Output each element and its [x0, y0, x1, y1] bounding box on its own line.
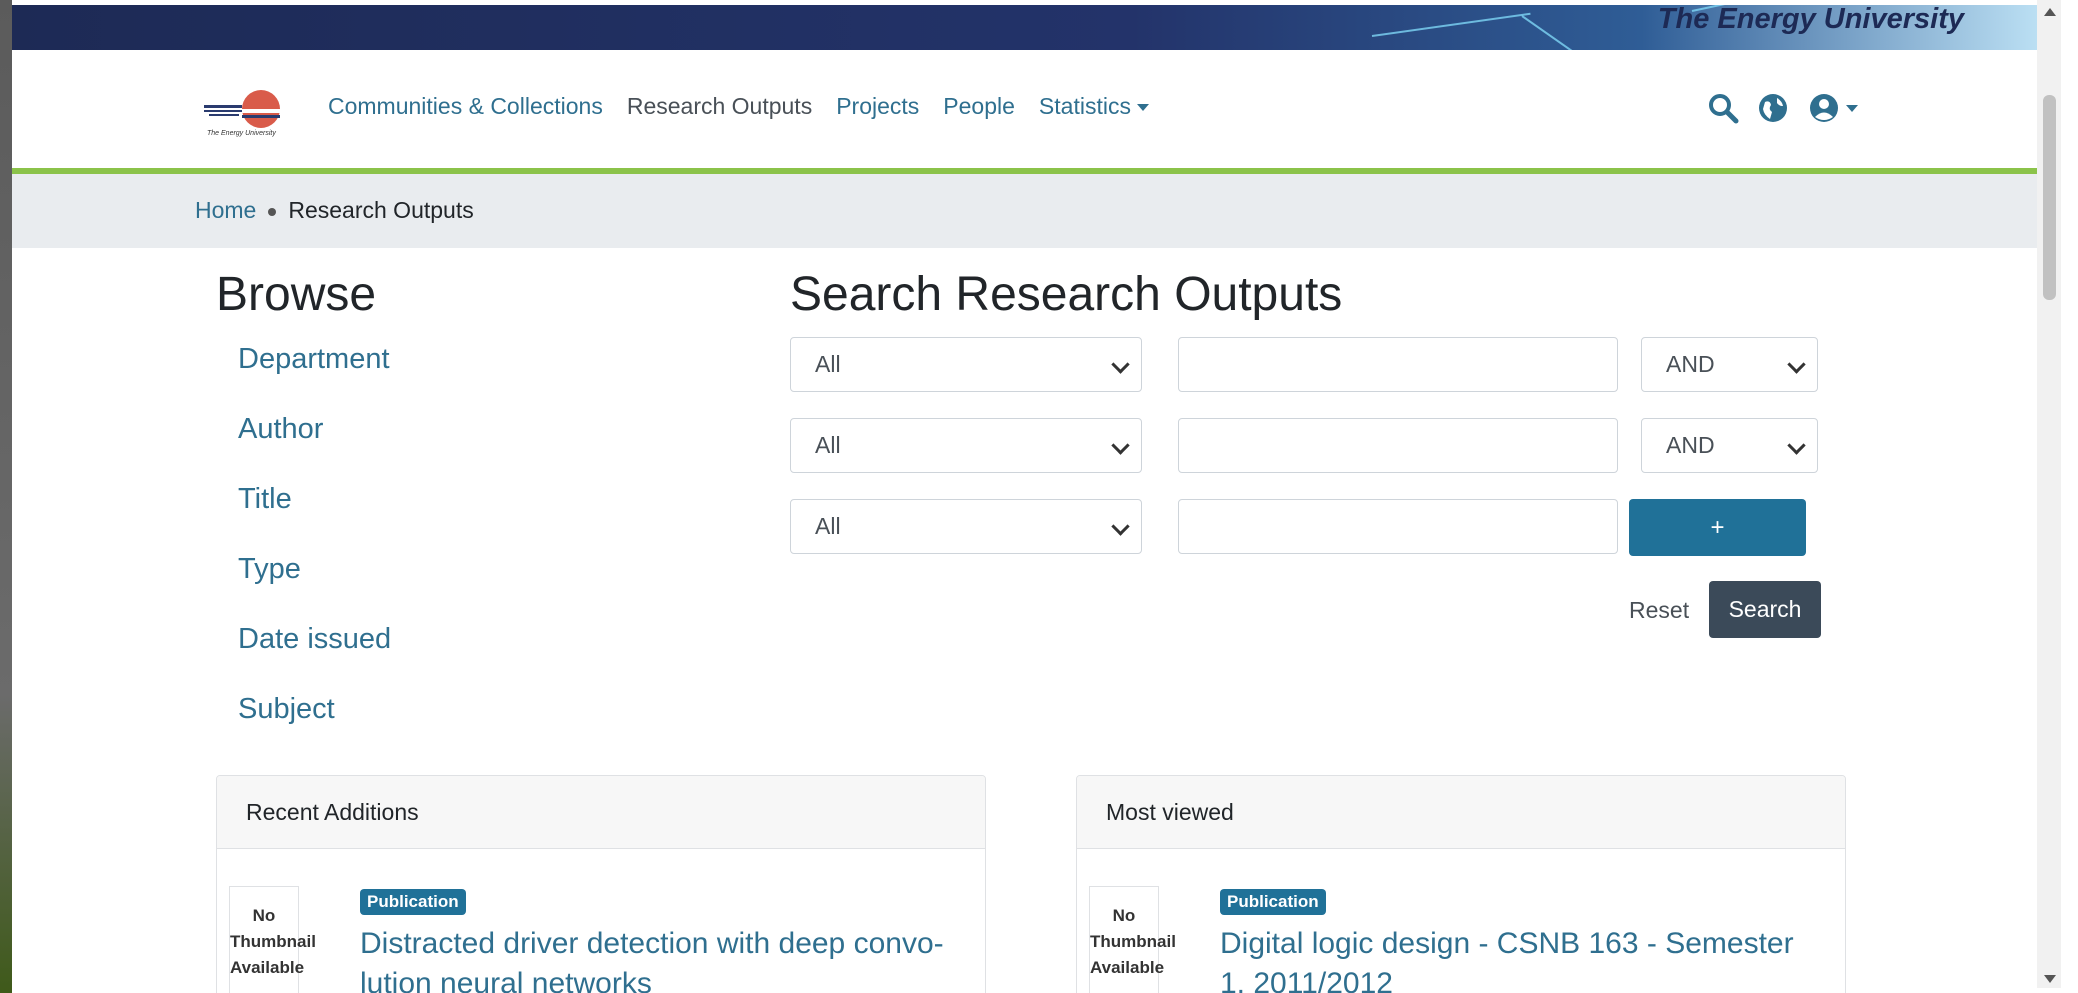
operator-select-value: AND — [1666, 351, 1715, 377]
chevron-down-icon — [1846, 104, 1858, 112]
browse-subject[interactable]: Subject — [238, 693, 335, 725]
search-row: All AND — [790, 337, 1818, 394]
most-viewed-panel: Most viewed No Thumbnail Available Publi… — [1076, 775, 1846, 993]
thumbnail-text: Available — [1090, 958, 1165, 977]
browse-list: Department Author Title Type Date issued… — [238, 343, 391, 763]
logo-caption: The Energy University — [207, 130, 276, 137]
chevron-down-icon — [1111, 355, 1130, 374]
add-row-button[interactable]: + — [1629, 499, 1806, 556]
recent-additions-panel: Recent Additions No Thumbnail Available … — [216, 775, 986, 993]
banner-line — [1371, 12, 1531, 37]
browse-author[interactable]: Author — [238, 413, 323, 445]
breadcrumb: Home Research Outputs — [12, 174, 2049, 248]
panel-title: Most viewed — [1077, 776, 1845, 849]
search-input[interactable] — [1178, 499, 1618, 554]
thumbnail-text: Available — [230, 958, 305, 977]
search-heading: Search Research Outputs — [790, 268, 1343, 321]
thumbnail-text: No — [252, 906, 276, 925]
item-title-link[interactable]: Distracted driver detection with deep co… — [360, 924, 960, 993]
browse-type[interactable]: Type — [238, 553, 301, 585]
browse-item: Department — [238, 343, 391, 413]
thumbnail-text: Thumbnail — [230, 932, 316, 951]
chevron-down-icon — [1787, 436, 1806, 455]
browse-title[interactable]: Title — [238, 483, 292, 515]
banner-line — [1521, 15, 1621, 50]
user-menu[interactable] — [1805, 90, 1861, 126]
type-badge: Publication — [360, 889, 466, 915]
chevron-down-icon — [1111, 436, 1130, 455]
header-banner: The Energy University — [12, 5, 2049, 50]
user-icon — [1810, 94, 1838, 122]
nav-projects[interactable]: Projects — [836, 93, 919, 120]
thumbnail-text: Thumbnail — [1090, 932, 1176, 951]
globe-icon[interactable] — [1755, 90, 1791, 126]
reset-button[interactable]: Reset — [1629, 597, 1689, 624]
nav-communities[interactable]: Communities & Collections — [328, 93, 603, 120]
search-button[interactable]: Search — [1709, 581, 1821, 638]
breadcrumb-home[interactable]: Home — [195, 197, 256, 223]
site-logo[interactable]: The Energy University — [199, 85, 299, 140]
nav-statistics-dropdown[interactable]: Statistics — [1039, 93, 1149, 120]
breadcrumb-current: Research Outputs — [288, 197, 474, 223]
breadcrumb-separator — [268, 207, 277, 216]
chevron-down-icon — [1787, 355, 1806, 374]
nav-statistics-label: Statistics — [1038, 93, 1131, 119]
browse-item: Author — [238, 413, 391, 483]
browser-page: The Energy University The Energy Univers… — [12, 5, 2049, 993]
scroll-up-icon[interactable] — [2044, 8, 2056, 16]
browse-item: Title — [238, 483, 391, 553]
scrollbar-thumb[interactable] — [2043, 95, 2056, 300]
scroll-down-icon[interactable] — [2044, 975, 2056, 983]
field-select-value: All — [815, 351, 841, 377]
no-thumbnail: No Thumbnail Available — [229, 886, 316, 993]
search-input[interactable] — [1178, 337, 1618, 392]
chevron-down-icon — [1111, 517, 1130, 536]
field-select[interactable]: All — [790, 499, 1142, 554]
browse-department[interactable]: Department — [238, 343, 390, 375]
browse-heading: Browse — [216, 268, 377, 321]
field-select[interactable]: All — [790, 337, 1142, 392]
browse-item: Date issued — [238, 623, 391, 693]
type-badge: Publication — [1220, 889, 1326, 915]
browse-item: Type — [238, 553, 391, 623]
thumbnail-text: No — [1112, 906, 1136, 925]
banner-title: The Energy University — [1657, 5, 1964, 35]
nav-actions — [1705, 90, 1861, 126]
operator-select-value: AND — [1666, 432, 1715, 458]
nav-research-outputs[interactable]: Research Outputs — [627, 93, 812, 120]
top-navigation: The Energy University Communities & Coll… — [12, 50, 2049, 174]
search-row: All AND — [790, 418, 1818, 475]
search-input[interactable] — [1178, 418, 1618, 473]
browse-item: Subject — [238, 693, 391, 763]
no-thumbnail: No Thumbnail Available — [1089, 886, 1176, 993]
field-select-value: All — [815, 432, 841, 458]
field-select-value: All — [815, 513, 841, 539]
nav-people[interactable]: People — [943, 93, 1015, 120]
field-select[interactable]: All — [790, 418, 1142, 473]
item-title-link[interactable]: Digital logic design - CSNB 163 - Semest… — [1220, 924, 1820, 993]
browse-date-issued[interactable]: Date issued — [238, 623, 391, 655]
search-icon[interactable] — [1705, 90, 1741, 126]
panel-title: Recent Additions — [217, 776, 985, 849]
chevron-down-icon — [1136, 104, 1149, 112]
operator-select[interactable]: AND — [1641, 337, 1818, 392]
main-nav: Communities & Collections Research Outpu… — [328, 93, 1149, 120]
operator-select[interactable]: AND — [1641, 418, 1818, 473]
window-edge — [0, 0, 12, 993]
